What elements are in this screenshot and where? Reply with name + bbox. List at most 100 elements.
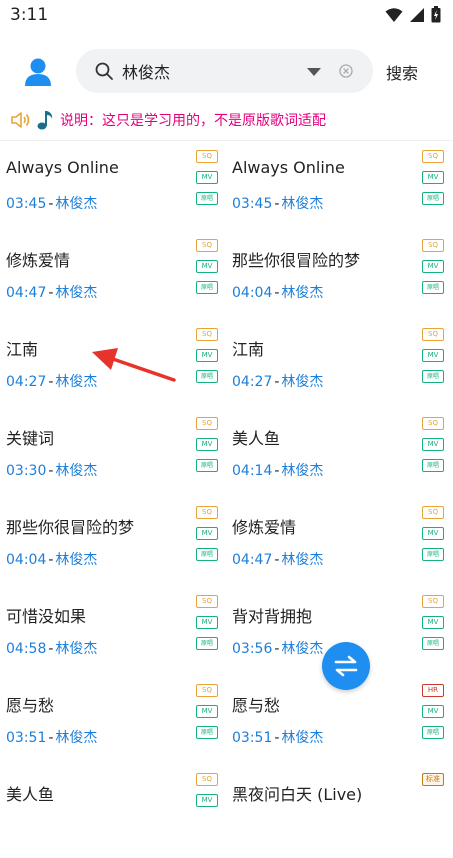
- search-button[interactable]: 搜索: [386, 60, 418, 84]
- mv-badge[interactable]: MV: [196, 349, 218, 362]
- original-badge: 原唱: [196, 548, 218, 561]
- quality-badge: SQ: [422, 417, 444, 430]
- song-item[interactable]: 那些你很冒险的梦 04:04- 林俊杰 SQ MV 原唱: [0, 502, 226, 591]
- original-badge: 原唱: [422, 637, 444, 650]
- song-item[interactable]: 愿与愁 03:51- 林俊杰 SQ MV 原唱: [0, 680, 226, 769]
- song-meta: 04:27- 林俊杰: [232, 371, 323, 391]
- song-artist[interactable]: 林俊杰: [281, 196, 323, 212]
- quality-badge: 标准: [422, 773, 444, 786]
- song-meta: 03:45- 林俊杰: [232, 193, 323, 213]
- quality-badge: SQ: [196, 595, 218, 608]
- song-artist[interactable]: 林俊杰: [281, 374, 323, 390]
- song-item[interactable]: 黑夜问白天 (Live) 标准: [226, 769, 452, 858]
- song-title: 那些你很冒险的梦: [6, 518, 135, 537]
- song-title: 背对背拥抱: [232, 607, 313, 626]
- mv-badge[interactable]: MV: [422, 527, 444, 540]
- song-artist[interactable]: 林俊杰: [281, 285, 323, 301]
- song-artist[interactable]: 林俊杰: [281, 463, 323, 479]
- song-title: 江南: [232, 340, 265, 359]
- song-artist[interactable]: 林俊杰: [55, 552, 97, 568]
- song-artist[interactable]: 林俊杰: [55, 730, 97, 746]
- song-artist[interactable]: 林俊杰: [55, 463, 97, 479]
- original-badge: 原唱: [196, 370, 218, 383]
- search-icon: [95, 62, 113, 80]
- song-artist[interactable]: 林俊杰: [55, 196, 97, 212]
- song-meta: 03:45- 林俊杰: [6, 193, 97, 213]
- signal-icon: [410, 7, 424, 22]
- mv-badge[interactable]: MV: [196, 616, 218, 629]
- song-duration: 04:47: [232, 552, 273, 568]
- song-meta: 03:51- 林俊杰: [6, 727, 97, 747]
- original-badge: 原唱: [422, 726, 444, 739]
- song-item[interactable]: 江南 04:27- 林俊杰 SQ MV 原唱: [226, 324, 452, 413]
- original-badge: 原唱: [196, 726, 218, 739]
- status-time: 3:11: [10, 5, 49, 25]
- quality-badge: SQ: [196, 417, 218, 430]
- mv-badge[interactable]: MV: [422, 349, 444, 362]
- mv-badge[interactable]: MV: [196, 705, 218, 718]
- song-item[interactable]: 美人鱼 SQ MV: [0, 769, 226, 858]
- user-avatar-icon[interactable]: [22, 56, 54, 88]
- mv-badge[interactable]: MV: [196, 260, 218, 273]
- song-item[interactable]: 关键词 03:30- 林俊杰 SQ MV 原唱: [0, 413, 226, 502]
- song-item[interactable]: Always Online 03:45- 林俊杰 SQ MV 原唱: [0, 146, 226, 235]
- quality-badge: SQ: [422, 595, 444, 608]
- divider: [0, 140, 453, 141]
- quality-badge: SQ: [422, 239, 444, 252]
- dropdown-arrow-icon[interactable]: [306, 67, 322, 77]
- song-artist[interactable]: 林俊杰: [281, 552, 323, 568]
- song-artist[interactable]: 林俊杰: [55, 641, 97, 657]
- mv-badge[interactable]: MV: [422, 171, 444, 184]
- song-item[interactable]: 那些你很冒险的梦 04:04- 林俊杰 SQ MV 原唱: [226, 235, 452, 324]
- song-item[interactable]: 愿与愁 03:51- 林俊杰 HR MV 原唱: [226, 680, 452, 769]
- speaker-icon: [11, 112, 30, 128]
- song-meta: 04:04- 林俊杰: [6, 549, 97, 569]
- mv-badge[interactable]: MV: [196, 438, 218, 451]
- song-artist[interactable]: 林俊杰: [281, 641, 323, 657]
- song-meta: 04:04- 林俊杰: [232, 282, 323, 302]
- switch-button[interactable]: [322, 642, 370, 690]
- song-duration: 04:04: [6, 552, 47, 568]
- mv-badge[interactable]: MV: [196, 171, 218, 184]
- separator: -: [274, 552, 280, 568]
- song-item[interactable]: 修炼爱情 04:47- 林俊杰 SQ MV 原唱: [226, 502, 452, 591]
- quality-badge: SQ: [196, 328, 218, 341]
- original-badge: 原唱: [422, 548, 444, 561]
- quality-badge: SQ: [196, 773, 218, 786]
- separator: -: [48, 730, 54, 746]
- song-item[interactable]: Always Online 03:45- 林俊杰 SQ MV 原唱: [226, 146, 452, 235]
- song-duration: 03:51: [232, 730, 273, 746]
- original-badge: 原唱: [196, 192, 218, 205]
- search-input[interactable]: [122, 60, 292, 82]
- quality-badge: SQ: [196, 506, 218, 519]
- clear-icon[interactable]: [339, 64, 353, 78]
- song-duration: 03:30: [6, 463, 47, 479]
- mv-badge[interactable]: MV: [422, 616, 444, 629]
- original-badge: 原唱: [422, 459, 444, 472]
- song-item[interactable]: 修炼爱情 04:47- 林俊杰 SQ MV 原唱: [0, 235, 226, 324]
- song-title: 江南: [6, 340, 39, 359]
- status-bar: 3:11: [0, 0, 453, 32]
- mv-badge[interactable]: MV: [196, 527, 218, 540]
- song-item[interactable]: 可惜没如果 04:58- 林俊杰 SQ MV 原唱: [0, 591, 226, 680]
- song-item[interactable]: 美人鱼 04:14- 林俊杰 SQ MV 原唱: [226, 413, 452, 502]
- song-title: 愿与愁: [6, 696, 55, 715]
- song-duration: 04:27: [6, 374, 47, 390]
- status-icons: [385, 6, 441, 23]
- separator: -: [274, 374, 280, 390]
- mv-badge[interactable]: MV: [422, 260, 444, 273]
- mv-badge[interactable]: MV: [422, 438, 444, 451]
- song-meta: 03:56- 林俊杰: [232, 638, 323, 658]
- song-artist[interactable]: 林俊杰: [281, 730, 323, 746]
- red-arrow-annotation: [92, 348, 176, 382]
- song-title: Always Online: [232, 158, 345, 177]
- mv-badge[interactable]: MV: [196, 794, 218, 807]
- original-badge: 原唱: [422, 281, 444, 294]
- battery-icon: [431, 6, 441, 23]
- separator: -: [48, 374, 54, 390]
- song-duration: 04:47: [6, 285, 47, 301]
- song-title: 修炼爱情: [6, 251, 71, 270]
- song-duration: 04:04: [232, 285, 273, 301]
- mv-badge[interactable]: MV: [422, 705, 444, 718]
- song-artist[interactable]: 林俊杰: [55, 285, 97, 301]
